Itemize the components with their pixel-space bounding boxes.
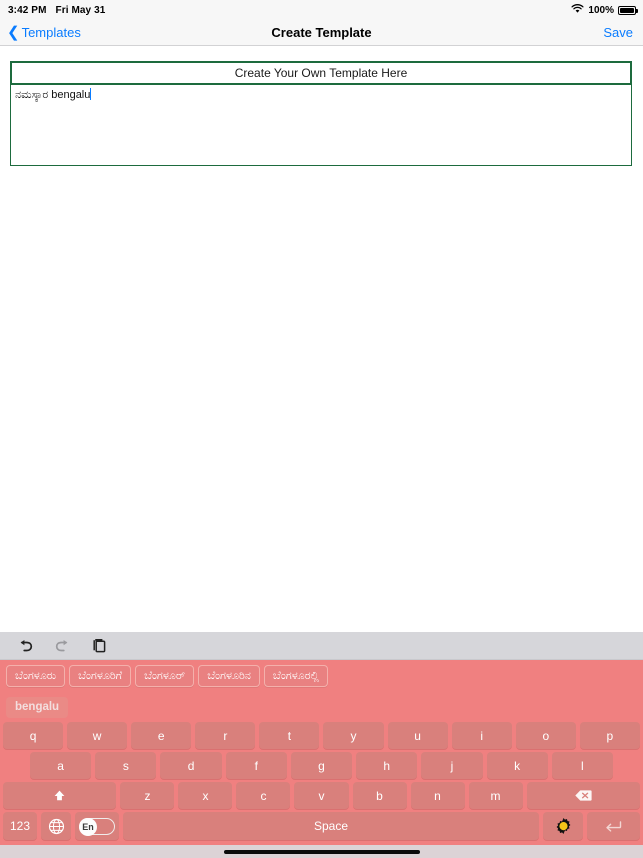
key-i[interactable]: i [451,722,512,749]
key-o[interactable]: o [515,722,576,749]
key-c[interactable]: c [236,782,291,809]
status-bar: 3:42 PM Fri May 31 100% [0,0,643,20]
page-title: Create Template [271,25,372,40]
key-h[interactable]: h [356,752,418,779]
key-k[interactable]: k [486,752,548,779]
key-z[interactable]: z [120,782,175,809]
key-y[interactable]: y [323,722,384,749]
language-toggle-track: En [79,817,115,836]
undo-icon[interactable] [17,637,34,654]
key-s[interactable]: s [95,752,157,779]
suggestion-item[interactable]: ಬೆಂಗಳೂರ್ [135,665,195,687]
key-w[interactable]: w [67,722,128,749]
keyboard-row-1: q w e r t y u i o p [0,722,643,749]
suggestion-item[interactable]: ಬೆಂಗಳೂರಿಗೆ [69,665,132,687]
template-text-input[interactable]: ನಮಸ್ಕಾರ bengalu [10,85,632,166]
key-f[interactable]: f [225,752,287,779]
keyboard-row-3: z x c v b n m [0,782,643,809]
composition-bar: bengalu [0,692,643,722]
key-u[interactable]: u [387,722,448,749]
template-text-value: ನಮಸ್ಕಾರ bengalu [15,89,91,101]
language-toggle-label: En [79,817,97,836]
key-t[interactable]: t [259,722,320,749]
key-d[interactable]: d [160,752,222,779]
home-indicator[interactable] [0,845,643,858]
return-key-icon[interactable] [587,812,640,840]
template-editor: Create Your Own Template Here ನಮಸ್ಕಾರ be… [10,61,632,166]
key-e[interactable]: e [131,722,192,749]
wifi-icon [571,3,584,17]
status-bar-left: 3:42 PM Fri May 31 [8,5,105,16]
language-toggle[interactable]: En [75,812,119,840]
key-g[interactable]: g [290,752,353,779]
key-m[interactable]: m [468,782,523,809]
key-a[interactable]: a [30,752,92,779]
numeric-mode-key[interactable]: 123 [3,812,37,840]
suggestion-item[interactable]: ಬೆಂಗಳೂರಲ್ಲಿ [263,665,328,687]
key-v[interactable]: v [294,782,349,809]
status-time: 3:42 PM [8,4,47,16]
key-l[interactable]: l [551,752,613,779]
keyboard-toolbar [0,632,643,660]
key-n[interactable]: n [410,782,465,809]
battery-percent: 100% [588,4,614,16]
globe-icon[interactable] [41,812,71,840]
key-p[interactable]: p [579,722,640,749]
home-indicator-bar [223,849,420,854]
status-bar-right: 100% [571,0,638,20]
status-date: Fri May 31 [55,4,106,16]
paste-icon[interactable] [91,637,108,654]
keyboard-row-2: a s d f g h j k l [0,752,643,779]
keyboard-row-4: 123 En Space [0,812,643,840]
on-screen-keyboard: ಬೆಂಗಳೂರು ಬೆಂಗಳೂರಿಗೆ ಬೆಂಗಳೂರ್ ಬೆಂಗಳೂರಿನ ಬ… [0,632,643,858]
key-r[interactable]: r [195,722,256,749]
shift-up-arrow-icon[interactable] [3,782,117,809]
gear-icon[interactable] [543,812,583,840]
key-j[interactable]: j [421,752,483,779]
navigation-bar: ❮ Templates Create Template Save [0,20,643,46]
space-key[interactable]: Space [123,812,539,840]
key-b[interactable]: b [352,782,407,809]
composition-chip[interactable]: bengalu [6,696,69,718]
template-header: Create Your Own Template Here [10,61,632,85]
suggestion-bar: ಬೆಂಗಳೂರು ಬೆಂಗಳೂರಿಗೆ ಬೆಂಗಳೂರ್ ಬೆಂಗಳೂರಿನ ಬ… [0,660,643,692]
suggestion-item[interactable]: ಬೆಂಗಳೂರು [6,665,66,687]
key-x[interactable]: x [178,782,233,809]
key-q[interactable]: q [3,722,64,749]
suggestion-item[interactable]: ಬೆಂಗಳೂರಿನ [198,665,260,687]
backspace-icon[interactable] [526,782,640,809]
save-button[interactable]: Save [603,25,633,40]
battery-full-icon [618,5,638,15]
redo-icon[interactable] [54,637,71,654]
text-caret [90,88,92,100]
